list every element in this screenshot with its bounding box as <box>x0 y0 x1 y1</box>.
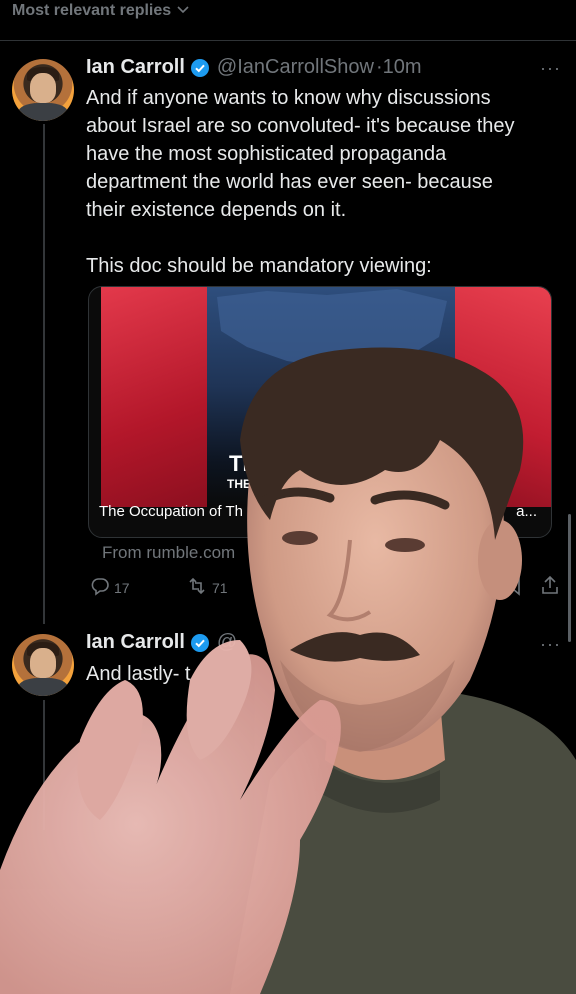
tweet-text-line: department the world has ever seen- beca… <box>86 171 493 193</box>
tweet-actions: 17 71 <box>90 574 560 600</box>
repost-button[interactable]: 71 <box>186 576 228 599</box>
tweet-header: Ian Carroll @IanCarrollShow ·10m <box>86 56 422 79</box>
sort-replies-dropdown[interactable]: Most relevant replies <box>12 0 191 22</box>
tweet-text-line: And lastly- t <box>86 663 191 685</box>
repost-count: 71 <box>212 579 228 596</box>
tweet-text-line: And if anyone wants to know why discussi… <box>86 87 491 109</box>
scrollbar[interactable] <box>568 514 571 642</box>
card-title-text: TI <box>229 451 249 476</box>
card-subtitle-text: THE <box>227 477 251 491</box>
verified-badge-icon <box>190 58 209 77</box>
more-icon[interactable]: ··· <box>540 58 561 79</box>
tweet-text-line: about Israel are so convoluted- it's bec… <box>86 115 515 137</box>
author-name[interactable]: Ian Carroll <box>86 56 185 79</box>
card-caption-end: a... <box>516 503 537 520</box>
tweet-text-line: have the most sophisticated propaganda <box>86 143 447 165</box>
sort-label: Most relevant replies <box>12 2 172 19</box>
reply-icon <box>90 576 114 599</box>
share-button[interactable] <box>540 574 564 599</box>
repost-icon <box>186 576 212 599</box>
tweet-body: And if anyone wants to know why discussi… <box>86 84 560 280</box>
divider <box>0 40 576 41</box>
tweet-header: Ian Carroll @ <box>86 631 237 654</box>
thread-line <box>43 700 45 830</box>
thread-line <box>43 124 45 624</box>
reply-count: 17 <box>114 579 130 596</box>
card-caption: The Occupation of Th <box>99 503 243 520</box>
author-handle[interactable]: @IanCarrollShow <box>217 56 374 79</box>
link-card[interactable]: TI THE The Occupation of Th a... <box>88 286 552 538</box>
author-name[interactable]: Ian Carroll <box>86 631 185 654</box>
avatar[interactable] <box>12 634 74 696</box>
card-image-right <box>455 287 551 507</box>
verified-badge-icon <box>190 633 209 652</box>
card-source[interactable]: From rumble.com <box>102 543 235 563</box>
avatar[interactable] <box>12 59 74 121</box>
chevron-down-icon <box>175 1 191 20</box>
tweet-body: And lastly- t <box>86 660 560 688</box>
tweet-time[interactable]: ·10m <box>376 56 422 79</box>
bookmark-button[interactable] <box>504 574 526 599</box>
tweet-text-line: their existence depends on it. <box>86 199 347 221</box>
card-image-left <box>101 287 207 507</box>
share-icon <box>540 574 564 599</box>
bookmark-icon <box>504 574 526 599</box>
tweet-text-line: This doc should be mandatory viewing: <box>86 255 432 277</box>
more-icon[interactable]: ··· <box>540 634 561 655</box>
author-handle[interactable]: @ <box>217 631 237 654</box>
reply-button[interactable]: 17 <box>90 576 130 599</box>
